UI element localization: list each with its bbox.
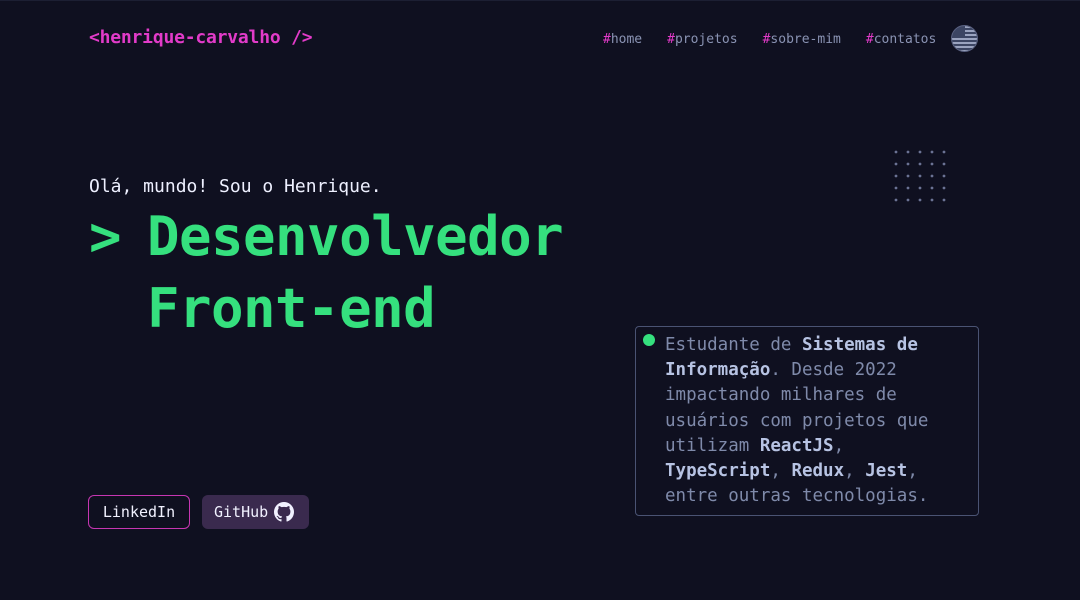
decor-dot bbox=[894, 174, 898, 178]
role-line-2: Front-end bbox=[147, 277, 436, 340]
hero-greeting: Olá, mundo! Sou o Henrique. bbox=[89, 176, 382, 197]
us-flag-graphic bbox=[952, 26, 977, 51]
us-flag-icon[interactable] bbox=[951, 25, 978, 52]
decor-dot bbox=[918, 198, 922, 202]
decor-dot bbox=[894, 150, 898, 154]
about-text-segment: , bbox=[844, 461, 866, 482]
prompt-symbol: > bbox=[89, 205, 122, 268]
linkedin-button[interactable]: LinkedIn bbox=[88, 495, 190, 529]
decor-dot bbox=[942, 186, 946, 190]
decor-dot bbox=[930, 198, 934, 202]
nav-link-home[interactable]: #home bbox=[603, 32, 642, 47]
decor-dot bbox=[894, 162, 898, 166]
decor-dot bbox=[942, 150, 946, 154]
decor-dot bbox=[930, 174, 934, 178]
decor-dot bbox=[918, 162, 922, 166]
about-text-segment: , bbox=[833, 435, 845, 456]
dot-pattern-decoration bbox=[894, 150, 946, 202]
decor-dot bbox=[942, 198, 946, 202]
about-text-segment: TypeScript bbox=[665, 461, 771, 482]
about-text-segment: Estudante de bbox=[665, 335, 802, 355]
about-text-segment: , bbox=[770, 461, 792, 482]
decor-dot bbox=[942, 162, 946, 166]
nav-link-sobre-mim[interactable]: #sobre-mim bbox=[763, 32, 841, 47]
linkedin-label: LinkedIn bbox=[102, 503, 176, 521]
github-button[interactable]: GitHub bbox=[202, 495, 309, 529]
about-text-segment: ReactJS bbox=[759, 435, 834, 456]
decor-dot bbox=[930, 186, 934, 190]
page: <henrique-carvalho /> #home #projetos #s… bbox=[0, 0, 1080, 600]
about-text-segment: Redux bbox=[791, 461, 845, 482]
decor-dot bbox=[906, 162, 910, 166]
decor-dot bbox=[894, 198, 898, 202]
main-nav: #home #projetos #sobre-mim #contatos bbox=[603, 32, 961, 47]
decor-dot bbox=[918, 186, 922, 190]
nav-link-projetos[interactable]: #projetos bbox=[667, 32, 737, 47]
about-text-segment: Jest bbox=[865, 461, 908, 482]
decor-dot bbox=[906, 186, 910, 190]
decor-dot bbox=[918, 174, 922, 178]
hero-role-title: > Desenvolvedor Front-end bbox=[89, 201, 564, 345]
decor-dot bbox=[906, 174, 910, 178]
github-label: GitHub bbox=[214, 503, 269, 521]
decor-dot bbox=[906, 198, 910, 202]
site-logo[interactable]: <henrique-carvalho /> bbox=[89, 27, 313, 48]
about-card: Estudante de Sistemas de Informação. Des… bbox=[635, 326, 979, 516]
about-text: Estudante de Sistemas de Informação. Des… bbox=[665, 335, 928, 506]
nav-link-contatos[interactable]: #contatos bbox=[866, 32, 936, 47]
decor-dot bbox=[906, 150, 910, 154]
decor-dot bbox=[942, 174, 946, 178]
decor-dot bbox=[930, 150, 934, 154]
role-line-1: Desenvolvedor bbox=[147, 205, 564, 268]
decor-dot bbox=[918, 150, 922, 154]
github-icon bbox=[274, 502, 295, 522]
decor-dot bbox=[930, 162, 934, 166]
decor-dot bbox=[894, 186, 898, 190]
status-dot-icon bbox=[643, 334, 655, 346]
